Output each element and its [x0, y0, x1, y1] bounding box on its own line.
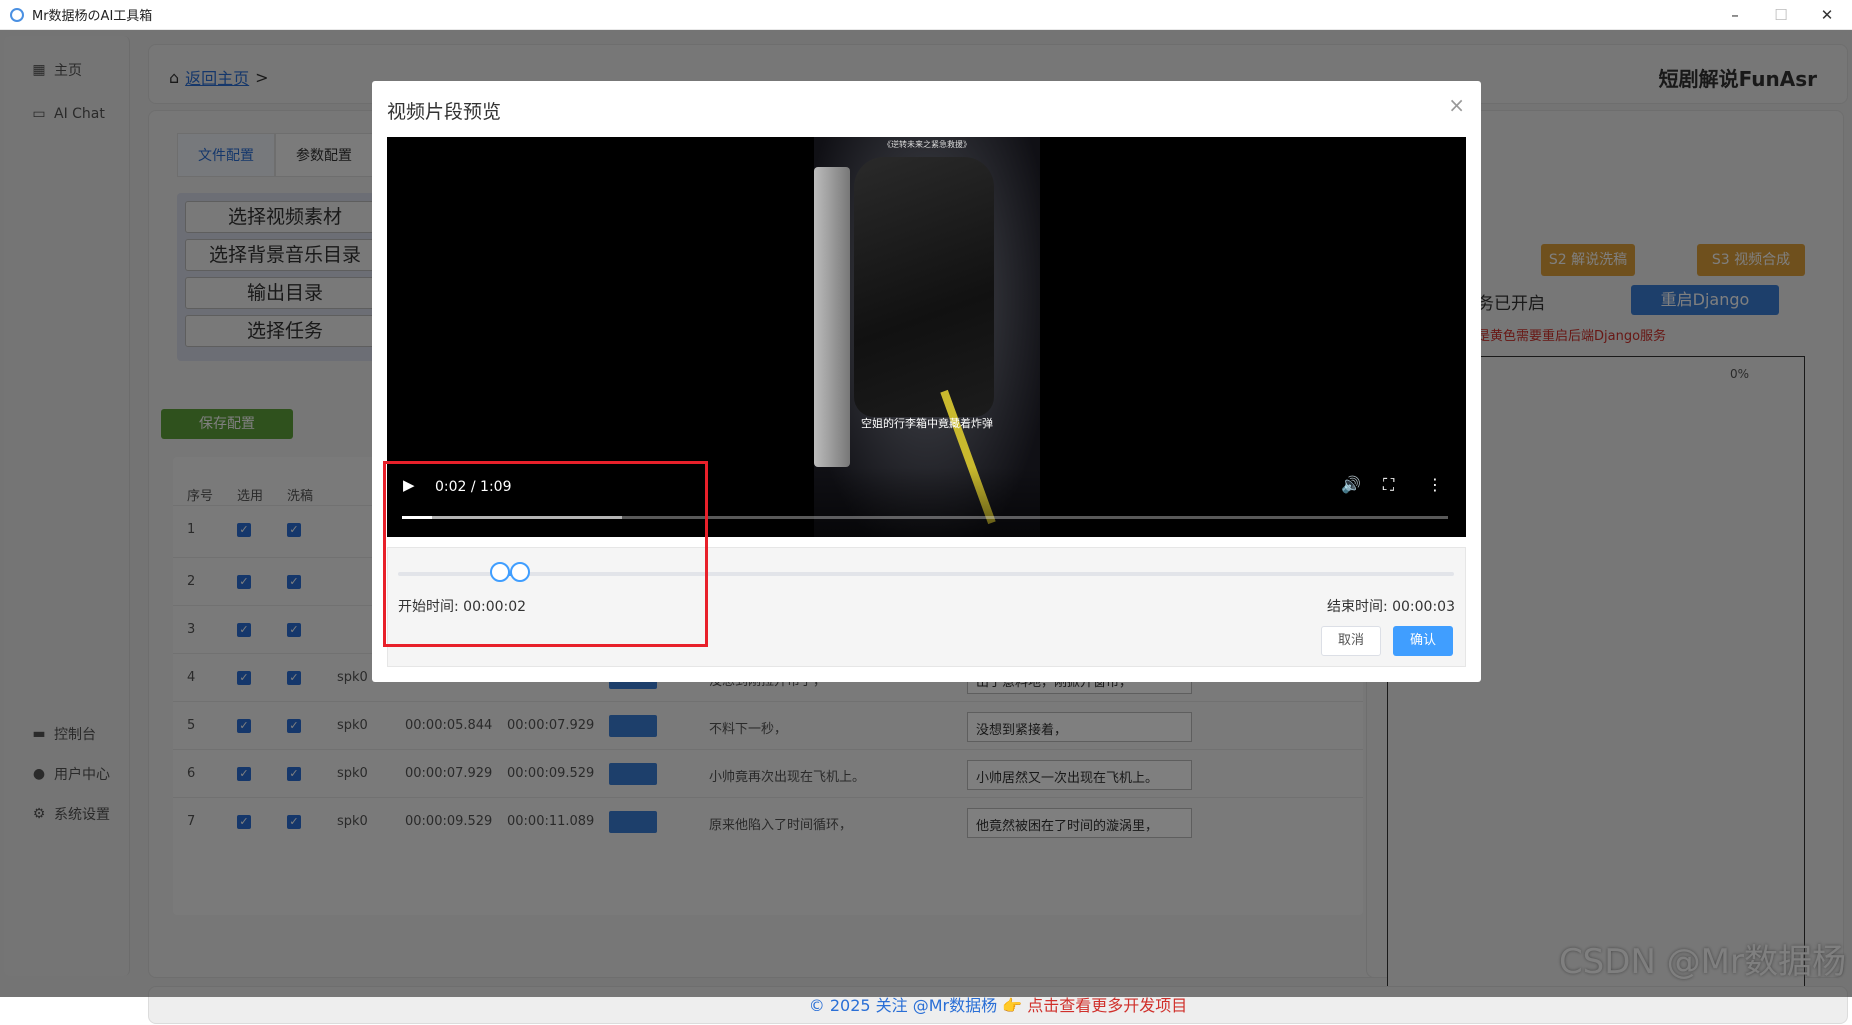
- close-window-button[interactable]: ✕: [1804, 0, 1850, 30]
- dialog-title: 视频片段预览: [387, 101, 502, 123]
- video-subtitle: 空姐的行李箱中竟藏着炸弹: [861, 417, 993, 430]
- minimize-button[interactable]: –: [1712, 0, 1758, 30]
- highlight-annotation-box: [383, 461, 708, 647]
- video-scene-bag: [854, 157, 994, 417]
- cancel-button[interactable]: 取消: [1321, 626, 1381, 656]
- fullscreen-icon[interactable]: ⛶: [1383, 475, 1394, 495]
- maximize-button[interactable]: ☐: [1758, 0, 1804, 30]
- more-options-icon[interactable]: ⋮: [1427, 475, 1443, 494]
- volume-icon[interactable]: 🔊: [1341, 475, 1361, 494]
- confirm-button[interactable]: 确认: [1393, 626, 1453, 656]
- end-time-label: 结束时间: 00:00:03: [1326, 599, 1455, 615]
- video-top-caption: 《逆转未来之紧急救援》: [883, 140, 971, 149]
- window-title: Mr数据杨のAI工具箱: [32, 9, 153, 24]
- footer-copyright[interactable]: © 2025 关注 @Mr数据杨: [809, 996, 997, 1015]
- footer-more-link[interactable]: 👉 点击查看更多开发项目: [1002, 996, 1187, 1015]
- close-icon[interactable]: ×: [1448, 93, 1465, 117]
- app-icon: [10, 7, 24, 22]
- window-titlebar: Mr数据杨のAI工具箱 – ☐ ✕: [0, 0, 1852, 30]
